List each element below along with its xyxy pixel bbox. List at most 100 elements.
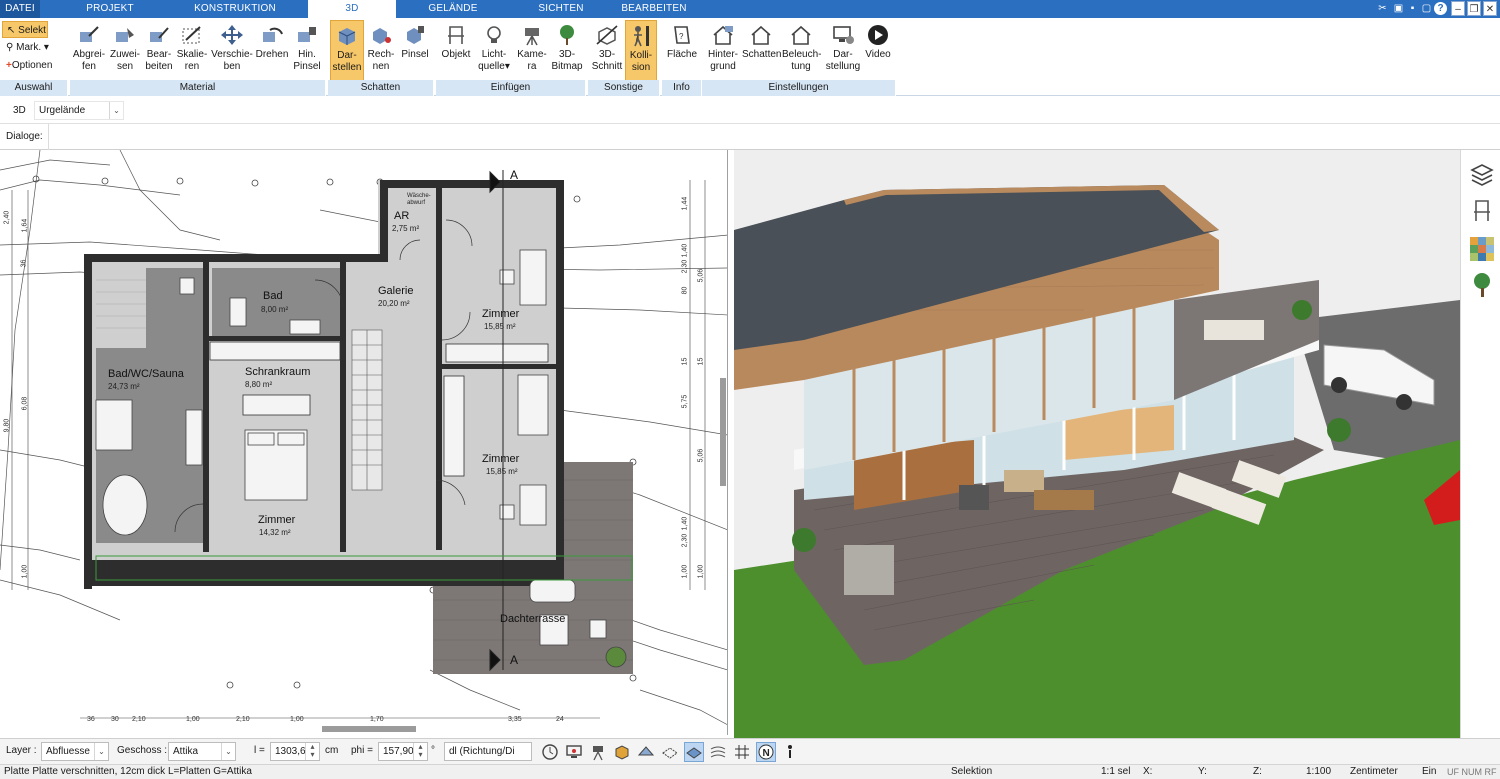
dim-bottom: 1,70 [370, 716, 384, 723]
menu-file[interactable]: DATEI [0, 0, 40, 18]
objekt-button[interactable]: Objekt [438, 20, 474, 82]
chair-icon[interactable] [1469, 198, 1495, 224]
wireframe-icon[interactable] [660, 742, 680, 762]
verschieben-button[interactable]: Verschie-ben [210, 20, 254, 82]
property-bar: Layer : Abfluesse ⌄ Geschoss : Attika ⌄ … [0, 738, 1500, 764]
section-mark-bottom: A [510, 653, 519, 667]
mark-icon: ⚲ [6, 42, 14, 53]
phi-input[interactable]: 157,90 ▴ ▾ [378, 742, 428, 761]
status-mode: Selektion [951, 766, 993, 777]
svg-text:N: N [763, 748, 770, 759]
direction-select[interactable]: dl (Richtung/Di [444, 742, 532, 761]
tree-icon[interactable] [1469, 272, 1495, 298]
move-icon [221, 25, 243, 45]
selekt-label: Selekt [18, 25, 46, 36]
room-zimmer3-label: Zimmer [258, 514, 296, 526]
dim-bottom: 36 [87, 716, 95, 723]
terrain-select[interactable]: Urgelände ⌄ [34, 101, 124, 120]
abgreifen-button[interactable]: Abgrei-fen [72, 20, 106, 82]
3d-schnitt-label-2: Schnitt [591, 61, 623, 72]
restore-button[interactable]: ❐ [1467, 1, 1481, 16]
hatch-icon[interactable] [708, 742, 728, 762]
tools-icon[interactable]: ✂ [1376, 2, 1389, 15]
menu-tab-3d[interactable]: 3D [308, 0, 396, 18]
room-bad-label: Bad [263, 290, 283, 302]
menu-tab-sichten[interactable]: SICHTEN [524, 0, 598, 18]
3d-schnitt-button[interactable]: 3D- Schnitt [590, 20, 624, 82]
room-bad-sauna-area: 24,73 m² [108, 382, 140, 391]
selekt-button[interactable]: ↖ Selekt [2, 21, 48, 38]
length-input[interactable]: 1303,6 ▴ ▾ [270, 742, 320, 761]
3d-bitmap-button[interactable]: 3D- Bitmap [550, 20, 584, 82]
skalieren-label-2: ren [184, 61, 200, 72]
close-button[interactable]: ✕ [1483, 1, 1497, 16]
status-z: Z: [1253, 766, 1262, 777]
mark-button[interactable]: ⚲ Mark. ▾ [2, 39, 62, 56]
schatten-darstellen-button[interactable]: Dar-stellen [330, 20, 364, 82]
plane-icon[interactable] [636, 742, 656, 762]
einst-schatten-button[interactable]: Schatten [742, 20, 781, 82]
floor-plan-view[interactable]: Bad 8,00 m² Galerie 20,20 m² Zimmer 15,8… [0, 150, 728, 735]
dim-bottom: 3,35 [508, 716, 522, 723]
dim-left: 6,08 [21, 396, 29, 411]
skalieren-button[interactable]: Skalie-ren [176, 20, 208, 82]
video-button[interactable]: Video [862, 20, 894, 82]
dim-right: 15 [697, 357, 705, 366]
menu-tab-konstruktion[interactable]: KONSTRUKTION [180, 0, 290, 18]
hin-pinsel-button[interactable]: Hin. Pinsel [290, 20, 324, 82]
group-info: Info [662, 80, 702, 96]
3d-view[interactable] [734, 150, 1460, 738]
zuweisen-button[interactable]: Zuwei-sen [108, 20, 142, 82]
package-icon[interactable]: ▣ [1392, 2, 1405, 15]
flaeche-button[interactable]: ? Fläche [664, 20, 700, 82]
schatten-pinsel-button[interactable]: Pinsel [398, 20, 432, 82]
surface-icon[interactable] [684, 742, 704, 762]
room-zimmer2-label: Zimmer [482, 453, 520, 465]
cube-icon[interactable] [612, 742, 632, 762]
spinner-icon[interactable]: ▴ ▾ [413, 743, 427, 760]
help-icon[interactable]: ? [1434, 2, 1447, 15]
spinner-icon[interactable]: ▴ ▾ [305, 743, 319, 760]
bearbeiten-button[interactable]: Bear-beiten [144, 20, 174, 82]
layer-select[interactable]: Abfluesse ⌄ [41, 742, 109, 761]
status-selection: 1:1 sel [1101, 766, 1131, 777]
edit-material-icon [150, 27, 169, 42]
lichtquelle-button[interactable]: Licht-quelle▾ [476, 20, 512, 82]
room-ar-label: AR [394, 210, 410, 222]
north-icon[interactable]: N [756, 742, 776, 762]
menu-tab-projekt[interactable]: PROJEKT [72, 0, 148, 18]
menu-tab-gelaende[interactable]: GELÄNDE [414, 0, 492, 18]
menu-tab-bearbeiten[interactable]: BEARBEITEN [612, 0, 696, 18]
person-icon[interactable] [780, 742, 800, 762]
view-mode-label: 3D [13, 105, 26, 116]
chevron-down-icon: ⌄ [109, 102, 123, 119]
monitor-icon[interactable] [564, 742, 584, 762]
dim-right: 1,40 [681, 516, 689, 531]
dialog-bar: Dialoge: [0, 124, 1500, 150]
material-palette-icon[interactable] [1469, 236, 1495, 262]
rechnen-button[interactable]: Rech-nen [366, 20, 396, 82]
drehen-button[interactable]: Drehen [254, 20, 290, 82]
darstellung-button[interactable]: Dar-stellung [824, 20, 862, 82]
window-icon[interactable]: ▢ [1420, 2, 1433, 15]
lightbulb-icon [487, 26, 501, 43]
hintergrund-button[interactable]: Hinter-grund [704, 20, 742, 82]
camera-icon[interactable] [588, 742, 608, 762]
direction-value: dl (Richtung/Di [449, 746, 515, 757]
clock-icon[interactable] [540, 742, 560, 762]
minimize-button[interactable]: – [1451, 1, 1465, 16]
layers-icon[interactable] [1469, 162, 1495, 188]
optionen-button[interactable]: +Optionen [2, 57, 64, 74]
chevron-down-icon: ⌄ [94, 743, 108, 760]
dim-right: 1,44 [681, 196, 689, 211]
grid-icon[interactable] [732, 742, 752, 762]
bin-icon[interactable]: ▪ [1406, 2, 1419, 15]
room-galerie-label: Galerie [378, 285, 414, 297]
paint-bucket-icon [116, 28, 134, 42]
geschoss-select[interactable]: Attika ⌄ [168, 742, 236, 761]
beleuchtung-button[interactable]: Beleuch-tung [782, 20, 821, 82]
kamera-button[interactable]: Kame-ra [514, 20, 550, 82]
kamera-label-1: Kame- [517, 49, 547, 60]
hintergrund-label-2: grund [710, 61, 736, 72]
kollision-button[interactable]: Kolli-sion [625, 20, 657, 82]
